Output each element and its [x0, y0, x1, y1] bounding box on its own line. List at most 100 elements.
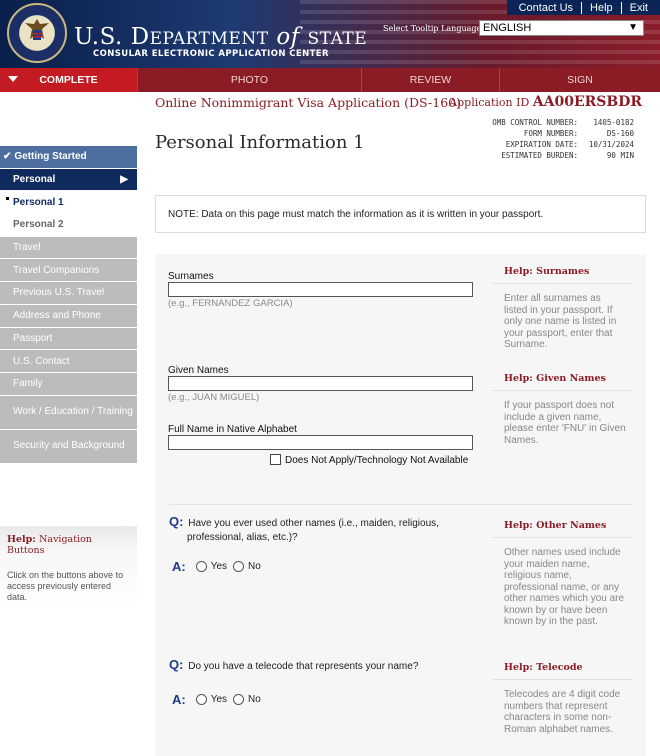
telecode-no-option[interactable]: No [233, 694, 261, 705]
other-names-no-option[interactable]: No [233, 561, 261, 572]
nav-item-us-contact: U.S. Contact [0, 350, 137, 373]
question-text: Have you ever used other names (i.e., ma… [187, 518, 439, 543]
tooltip-language-value: ENGLISH [483, 22, 532, 34]
a-label: A: [172, 559, 186, 574]
navigation-help-text: Click on the buttons above to access pre… [7, 570, 124, 602]
left-nav: ✔ Getting Started Personal ▶ Personal 1 … [0, 146, 137, 464]
radio-yes[interactable] [195, 694, 207, 705]
nav-item-work-education: Work / Education / Training [0, 395, 137, 430]
chevron-down-icon: ▼ [628, 22, 638, 33]
help-prefix: Help: [504, 662, 533, 673]
answer-telecode: A: Yes No [172, 692, 267, 707]
does-not-apply-label: Does Not Apply/Technology Not Available [285, 455, 469, 466]
omb-row: OMB CONTROL NUMBER: 1405-0182 [492, 117, 634, 128]
does-not-apply-checkbox[interactable] [270, 454, 281, 465]
nav-item-passport: Passport [0, 327, 137, 351]
nav-item-label: Family [13, 378, 43, 390]
help-telecode: Help: Telecode Telecodes are 4 digit cod… [492, 658, 632, 735]
q-label: Q: [169, 514, 184, 529]
step-tabs: COMPLETE PHOTO REVIEW SIGN [0, 68, 660, 92]
radio-no[interactable] [233, 694, 245, 705]
nav-item-personal[interactable]: Personal ▶ [0, 168, 137, 192]
radio-no[interactable] [233, 561, 245, 572]
nav-item-getting-started[interactable]: ✔ Getting Started [0, 146, 137, 169]
q-label: Q: [169, 657, 184, 672]
nav-item-label: Getting Started [14, 151, 87, 163]
department-title: U.S. DEPARTMENT of STATE [74, 24, 367, 50]
omb-label: ESTIMATED BURDEN: [501, 151, 578, 160]
telecode-yes-option[interactable]: Yes [195, 694, 228, 705]
passport-note: NOTE: Data on this page must match the i… [155, 195, 646, 233]
nav-item-personal-2[interactable]: Personal 2 [0, 214, 137, 237]
given-names-input[interactable] [168, 376, 473, 391]
exit-link[interactable]: Exit [622, 2, 656, 14]
omb-row: ESTIMATED BURDEN: 90 MIN [492, 150, 634, 161]
tab-complete[interactable]: COMPLETE [0, 68, 137, 92]
given-names-hint: (e.g., JUAN MIGUEL) [168, 392, 260, 403]
help-given-names: Help: Given Names If your passport does … [492, 369, 632, 446]
nav-item-security-background: Security and Background [0, 429, 137, 464]
native-name-input[interactable] [168, 435, 473, 450]
divider [169, 504, 632, 505]
help-prefix: Help: [7, 534, 36, 545]
nav-item-family: Family [0, 372, 137, 396]
does-not-apply-option[interactable]: Does Not Apply/Technology Not Available [270, 454, 468, 466]
help-title: Help: Other Names [492, 516, 632, 538]
a-label: A: [172, 692, 186, 707]
page-title: Personal Information 1 [155, 132, 365, 153]
tab-label: REVIEW [409, 74, 452, 86]
tab-label: PHOTO [230, 74, 269, 86]
radio-yes[interactable] [195, 561, 207, 572]
nav-item-label: Previous U.S. Travel [13, 287, 105, 299]
answer-other-names: A: Yes No [172, 559, 267, 574]
help-link[interactable]: Help [582, 2, 621, 14]
tab-photo[interactable]: PHOTO [137, 68, 361, 92]
omb-value: 90 MIN [606, 151, 634, 160]
tab-sign[interactable]: SIGN [499, 68, 660, 92]
nav-item-label: Address and Phone [13, 310, 101, 322]
native-name-label: Full Name in Native Alphabet [168, 424, 297, 435]
nav-item-label: Personal 1 [13, 196, 64, 208]
no-label: No [248, 694, 261, 705]
nav-item-label: Passport [13, 332, 53, 344]
omb-row: EXPIRATION DATE: 10/31/2024 [492, 139, 634, 150]
top-links: Contact Us Help Exit [506, 0, 660, 15]
nav-item-label: Personal 2 [13, 219, 64, 231]
tooltip-language-select[interactable]: ENGLISH ▼ [479, 20, 644, 36]
help-prefix: Help: [504, 266, 533, 277]
surnames-label: Surnames [168, 271, 214, 282]
title-of: of [276, 24, 300, 50]
surnames-input[interactable] [168, 282, 473, 297]
help-prefix: Help: [504, 520, 533, 531]
yes-label: Yes [210, 694, 228, 705]
question-telecode: Q: Do you have a telecode that represent… [169, 658, 489, 674]
title-prefix: U.S. D [74, 24, 150, 50]
checkmark-icon: ✔ [3, 151, 12, 163]
nav-item-personal-1[interactable]: Personal 1 [0, 191, 137, 215]
navigation-help: Help: Navigation Buttons Click on the bu… [0, 526, 137, 611]
omb-info: OMB CONTROL NUMBER: 1405-0182 FORM NUMBER… [492, 117, 634, 161]
triangle-right-icon: ▶ [120, 174, 128, 186]
help-title-text: Given Names [536, 373, 606, 384]
question-other-names: Q: Have you ever used other names (i.e.,… [169, 515, 489, 545]
tab-label: SIGN [567, 74, 593, 86]
help-text: Enter all surnames as listed in your pas… [504, 293, 617, 350]
other-names-yes-option[interactable]: Yes [195, 561, 227, 572]
nav-item-address-phone: Address and Phone [0, 304, 137, 328]
application-id: Application ID AA00ERSBDR [449, 94, 642, 110]
help-text: If your passport does not include a give… [504, 400, 626, 446]
contact-us-link[interactable]: Contact Us [511, 2, 581, 14]
help-prefix: Help: [504, 373, 533, 384]
surnames-hint: (e.g., FERNANDEZ GARCIA) [168, 298, 293, 309]
nav-item-label: Work / Education / Training [13, 406, 133, 418]
names-panel: Surnames (e.g., FERNANDEZ GARCIA) Given … [155, 254, 646, 498]
application-id-label: Application ID [449, 96, 530, 109]
help-title-text: Telecode [536, 662, 583, 673]
nav-item-label: Travel Companions [13, 264, 100, 276]
nav-item-previous-us-travel: Previous U.S. Travel [0, 282, 137, 305]
help-title: Help: Given Names [492, 369, 632, 391]
tab-review[interactable]: REVIEW [361, 68, 499, 92]
help-other-names: Help: Other Names Other names used inclu… [492, 516, 632, 628]
nav-item-label: Security and Background [13, 440, 125, 452]
site-header: U.S. DEPARTMENT of STATE CONSULAR ELECTR… [0, 0, 660, 68]
